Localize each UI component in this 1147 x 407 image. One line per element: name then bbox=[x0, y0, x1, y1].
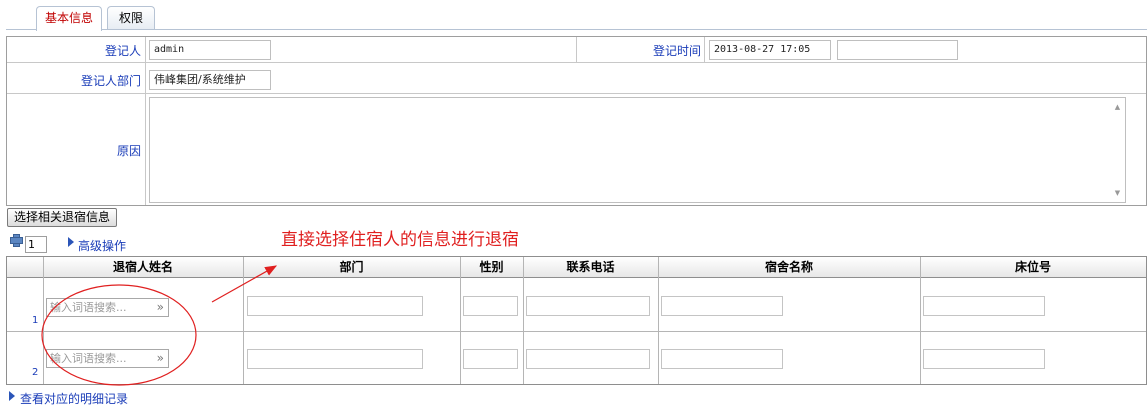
annotation-arrow bbox=[211, 265, 278, 303]
tab-basic-info[interactable]: 基本信息 bbox=[36, 6, 102, 31]
highlight-ellipse bbox=[41, 284, 197, 386]
detail-records-link[interactable]: 查看对应的明细记录 bbox=[20, 390, 128, 407]
detail-arrow-icon bbox=[9, 391, 15, 401]
annotation-overlay bbox=[41, 265, 278, 386]
